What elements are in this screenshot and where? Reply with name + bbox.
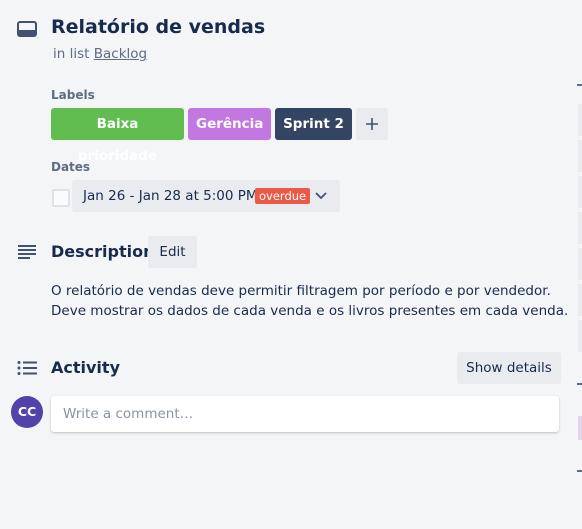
edit-description-button[interactable]: Edit — [148, 236, 197, 268]
description-text[interactable]: O relatório de vendas deve permitir filt… — [51, 281, 571, 321]
activity-heading: Activity — [51, 358, 120, 377]
card-title[interactable]: Relatório de vendas — [51, 16, 265, 38]
due-date-text: Jan 26 - Jan 28 at 5:00 PM — [83, 188, 258, 204]
label-baixa-prioridade[interactable]: Baixa prioridade — [51, 108, 184, 164]
sidebar-clipped-button[interactable] — [578, 248, 582, 280]
show-details-button[interactable]: Show details — [457, 352, 561, 384]
in-list-text: in list Backlog — [53, 46, 147, 62]
sidebar-clipped-button[interactable] — [578, 284, 582, 316]
plus-icon — [366, 118, 378, 130]
label-sprint-2[interactable]: Sprint 2 — [275, 108, 352, 140]
labels-heading: Labels — [51, 88, 95, 102]
activity-icon — [17, 361, 37, 375]
chevron-down-icon — [315, 192, 327, 200]
sidebar-clipped-button[interactable] — [578, 416, 582, 440]
avatar[interactable]: CC — [11, 396, 43, 428]
add-label-button[interactable] — [356, 108, 388, 140]
card-icon — [17, 21, 37, 37]
sidebar-clipped-button[interactable] — [578, 176, 582, 208]
sidebar-clipped-heading — [577, 84, 582, 92]
label-gerencia[interactable]: Gerência — [188, 108, 271, 140]
sidebar-clipped-heading — [577, 470, 582, 478]
sidebar-clipped-button[interactable] — [578, 320, 582, 352]
sidebar-clipped-button[interactable] — [578, 212, 582, 244]
description-icon — [18, 245, 36, 259]
comment-placeholder: Write a comment… — [63, 406, 194, 422]
list-link[interactable]: Backlog — [94, 46, 147, 62]
in-list-prefix: in list — [53, 46, 90, 62]
due-complete-checkbox[interactable] — [52, 189, 70, 207]
dates-heading: Dates — [51, 160, 91, 174]
overdue-badge: overdue — [255, 188, 311, 204]
comment-input[interactable]: Write a comment… — [51, 396, 559, 432]
due-date-button[interactable]: Jan 26 - Jan 28 at 5:00 PM overdue — [72, 180, 340, 212]
sidebar-clipped-button[interactable] — [578, 104, 582, 136]
sidebar-clipped-button[interactable] — [578, 140, 582, 172]
sidebar-clipped-heading — [577, 383, 582, 391]
description-heading: Description — [51, 242, 155, 261]
